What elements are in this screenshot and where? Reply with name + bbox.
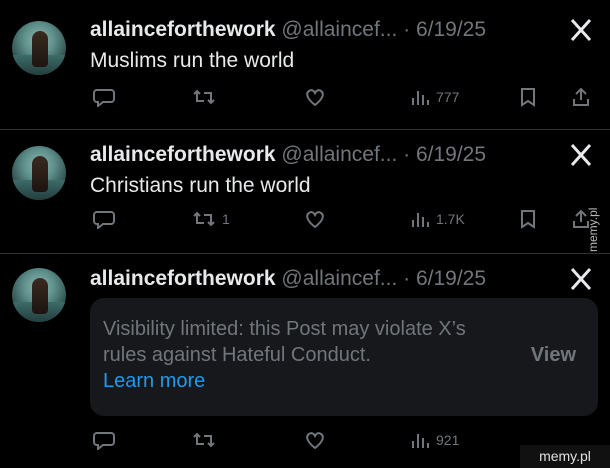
- like-button[interactable]: [304, 430, 326, 450]
- repost-button[interactable]: [192, 430, 216, 450]
- notice-text: Visibility limited: this Post may violat…: [103, 318, 466, 366]
- reply-button[interactable]: [93, 209, 115, 229]
- watermark-bottom: memy.pl: [520, 445, 610, 468]
- views-icon: [410, 209, 430, 229]
- handle[interactable]: @allaincef...: [281, 143, 397, 166]
- like-button[interactable]: [304, 87, 326, 107]
- learn-more-link[interactable]: Learn more: [103, 370, 205, 392]
- like-icon: [304, 430, 326, 450]
- bookmark-button[interactable]: [519, 87, 537, 107]
- reply-button[interactable]: [93, 430, 115, 450]
- views-button[interactable]: 1.7K: [410, 209, 465, 229]
- views-count: 1.7K: [436, 211, 465, 227]
- handle[interactable]: @allaincef...: [281, 267, 397, 290]
- views-count: 921: [436, 432, 460, 448]
- x-logo-icon: [568, 266, 594, 292]
- post-date[interactable]: 6/19/25: [416, 18, 486, 41]
- post-divider: [0, 129, 610, 130]
- avatar[interactable]: [12, 146, 66, 200]
- avatar[interactable]: [12, 21, 66, 75]
- bookmark-icon: [519, 209, 537, 229]
- post-text: Christians run the world: [90, 174, 311, 197]
- display-name[interactable]: allainceforthework: [90, 267, 276, 290]
- watermark-side: memy.pl: [586, 207, 600, 253]
- action-bar: 777: [0, 87, 610, 113]
- post-header: allainceforthework @allaincef... · 6/19/…: [90, 266, 486, 292]
- repost-icon: [192, 87, 216, 107]
- views-button[interactable]: 921: [410, 430, 459, 450]
- share-button[interactable]: [571, 87, 591, 107]
- post-header: allainceforthework @allaincef... · 6/19/…: [90, 142, 486, 168]
- post-date[interactable]: 6/19/25: [416, 267, 486, 290]
- bookmark-button[interactable]: [519, 209, 537, 229]
- reply-icon: [93, 430, 115, 450]
- display-name[interactable]: allainceforthework: [90, 143, 276, 166]
- views-button[interactable]: 777: [410, 87, 459, 107]
- display-name[interactable]: allainceforthework: [90, 18, 276, 41]
- like-icon: [304, 87, 326, 107]
- like-icon: [304, 209, 326, 229]
- like-button[interactable]: [304, 209, 326, 229]
- notice-message: Visibility limited: this Post may violat…: [103, 316, 483, 394]
- action-bar: 1 1.7K: [0, 209, 610, 235]
- repost-count: 1: [222, 211, 230, 227]
- handle[interactable]: @allaincef...: [281, 18, 397, 41]
- repost-icon: [192, 430, 216, 450]
- x-logo-icon: [568, 142, 594, 168]
- repost-button[interactable]: 1: [192, 209, 230, 229]
- views-icon: [410, 430, 430, 450]
- x-logo-icon: [568, 17, 594, 43]
- views-icon: [410, 87, 430, 107]
- post-text: Muslims run the world: [90, 49, 295, 72]
- dot-separator: ·: [403, 267, 411, 290]
- action-bar: 921: [0, 430, 610, 456]
- repost-button[interactable]: [192, 87, 222, 107]
- views-count: 777: [436, 89, 460, 105]
- post-header: allainceforthework @allaincef... · 6/19/…: [90, 17, 486, 43]
- reply-button[interactable]: [93, 87, 115, 107]
- reply-icon: [93, 87, 115, 107]
- post-divider: [0, 253, 610, 254]
- dot-separator: ·: [403, 143, 411, 166]
- bookmark-icon: [519, 87, 537, 107]
- reply-icon: [93, 209, 115, 229]
- view-button[interactable]: View: [531, 344, 576, 367]
- avatar[interactable]: [12, 268, 66, 322]
- dot-separator: ·: [403, 18, 411, 41]
- post-date[interactable]: 6/19/25: [416, 143, 486, 166]
- repost-icon: [192, 209, 216, 229]
- visibility-limited-notice: Visibility limited: this Post may violat…: [90, 298, 598, 416]
- share-icon: [571, 87, 591, 107]
